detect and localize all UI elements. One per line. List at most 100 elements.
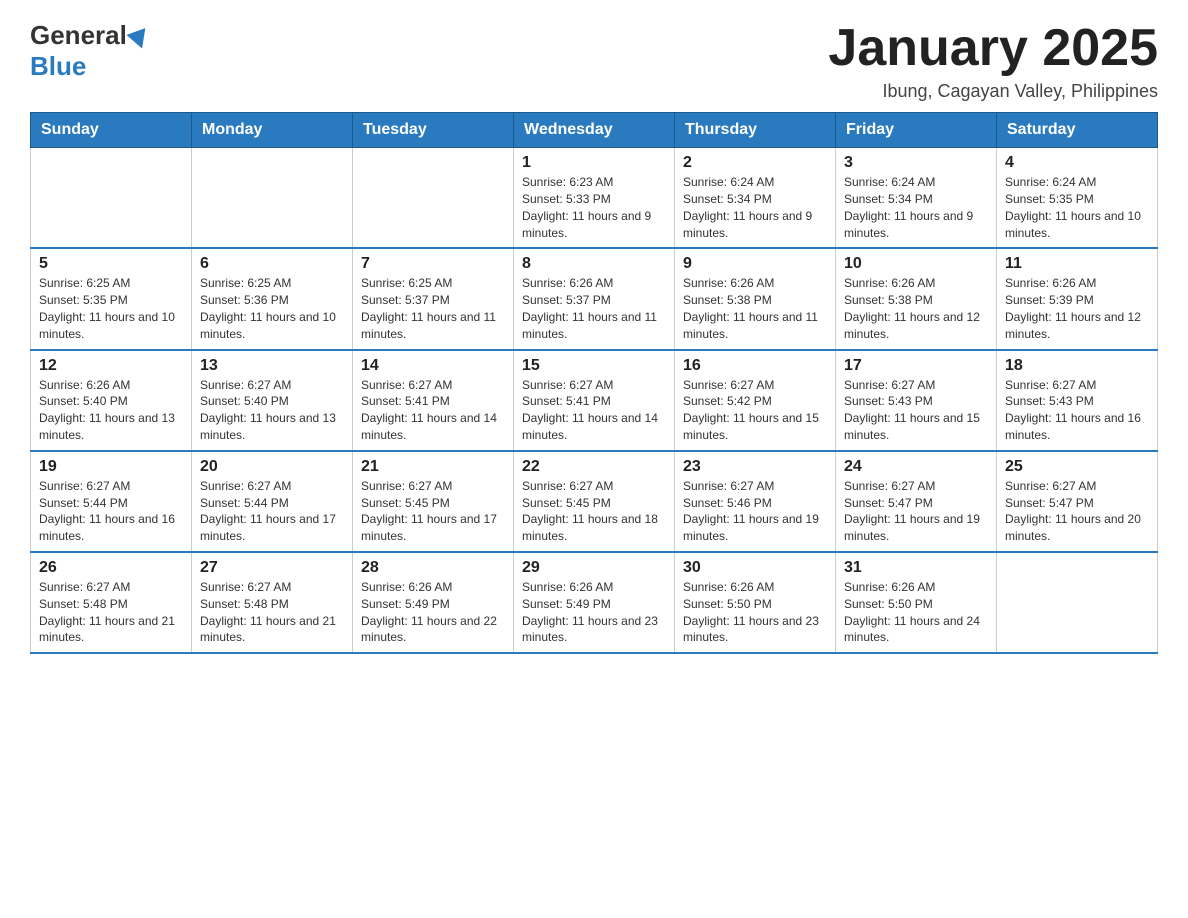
day-number: 31: [844, 559, 988, 577]
day-number: 19: [39, 458, 183, 476]
calendar-cell: [192, 148, 353, 249]
day-info: Sunrise: 6:27 AM Sunset: 5:48 PM Dayligh…: [200, 579, 344, 646]
day-number: 23: [683, 458, 827, 476]
day-info: Sunrise: 6:27 AM Sunset: 5:43 PM Dayligh…: [844, 377, 988, 444]
calendar-cell: [31, 148, 192, 249]
calendar-cell: 31 Sunrise: 6:26 AM Sunset: 5:50 PM Dayli…: [836, 552, 997, 653]
day-number: 18: [1005, 357, 1149, 375]
day-number: 2: [683, 154, 827, 172]
calendar-cell: 8 Sunrise: 6:26 AM Sunset: 5:37 PM Daylig…: [514, 248, 675, 349]
day-info: Sunrise: 6:26 AM Sunset: 5:50 PM Dayligh…: [683, 579, 827, 646]
day-info: Sunrise: 6:26 AM Sunset: 5:50 PM Dayligh…: [844, 579, 988, 646]
day-number: 14: [361, 357, 505, 375]
day-info: Sunrise: 6:27 AM Sunset: 5:42 PM Dayligh…: [683, 377, 827, 444]
day-info: Sunrise: 6:24 AM Sunset: 5:35 PM Dayligh…: [1005, 174, 1149, 241]
calendar-cell: 9Sunrise: 6:26 AM Sunset: 5:38 PM Daylig…: [675, 248, 836, 349]
day-header-saturday: Saturday: [997, 113, 1158, 148]
day-number: 27: [200, 559, 344, 577]
day-number: 28: [361, 559, 505, 577]
calendar-cell: 12Sunrise: 6:26 AM Sunset: 5:40 PM Dayli…: [31, 350, 192, 451]
day-number: 24: [844, 458, 988, 476]
calendar-table: SundayMondayTuesdayWednesdayThursdayFrid…: [30, 112, 1158, 654]
calendar-cell: 10 Sunrise: 6:26 AM Sunset: 5:38 PM Dayli…: [836, 248, 997, 349]
month-title: January 2025: [828, 20, 1158, 77]
day-number: 29: [522, 559, 666, 577]
calendar-cell: 16 Sunrise: 6:27 AM Sunset: 5:42 PM Dayli…: [675, 350, 836, 451]
day-info: Sunrise: 6:26 AM Sunset: 5:39 PM Dayligh…: [1005, 275, 1149, 342]
day-header-thursday: Thursday: [675, 113, 836, 148]
calendar-cell: [353, 148, 514, 249]
day-info: Sunrise: 6:26 AM Sunset: 5:37 PM Dayligh…: [522, 275, 666, 342]
day-info: Sunrise: 6:26 AM Sunset: 5:49 PM Dayligh…: [361, 579, 505, 646]
logo: General Blue: [30, 20, 149, 82]
calendar-cell: 23 Sunrise: 6:27 AM Sunset: 5:46 PM Dayli…: [675, 451, 836, 552]
day-info: Sunrise: 6:27 AM Sunset: 5:45 PM Dayligh…: [522, 478, 666, 545]
day-info: Sunrise: 6:25 AM Sunset: 5:35 PM Dayligh…: [39, 275, 183, 342]
day-number: 21: [361, 458, 505, 476]
day-number: 26: [39, 559, 183, 577]
day-number: 16: [683, 357, 827, 375]
calendar-cell: 1Sunrise: 6:23 AM Sunset: 5:33 PM Daylig…: [514, 148, 675, 249]
day-number: 15: [522, 357, 666, 375]
calendar-week-row: 26 Sunrise: 6:27 AM Sunset: 5:48 PM Dayli…: [31, 552, 1158, 653]
day-info: Sunrise: 6:24 AM Sunset: 5:34 PM Dayligh…: [683, 174, 827, 241]
calendar-cell: 22 Sunrise: 6:27 AM Sunset: 5:45 PM Dayli…: [514, 451, 675, 552]
day-number: 5: [39, 255, 183, 273]
day-info: Sunrise: 6:27 AM Sunset: 5:44 PM Dayligh…: [39, 478, 183, 545]
day-header-monday: Monday: [192, 113, 353, 148]
day-header-sunday: Sunday: [31, 113, 192, 148]
day-info: Sunrise: 6:27 AM Sunset: 5:46 PM Dayligh…: [683, 478, 827, 545]
calendar-cell: 30 Sunrise: 6:26 AM Sunset: 5:50 PM Dayli…: [675, 552, 836, 653]
day-info: Sunrise: 6:27 AM Sunset: 5:44 PM Dayligh…: [200, 478, 344, 545]
title-block: January 2025 Ibung, Cagayan Valley, Phil…: [828, 20, 1158, 102]
calendar-cell: 28 Sunrise: 6:26 AM Sunset: 5:49 PM Dayli…: [353, 552, 514, 653]
calendar-cell: 21 Sunrise: 6:27 AM Sunset: 5:45 PM Dayli…: [353, 451, 514, 552]
day-info: Sunrise: 6:27 AM Sunset: 5:47 PM Dayligh…: [1005, 478, 1149, 545]
calendar-week-row: 12Sunrise: 6:26 AM Sunset: 5:40 PM Dayli…: [31, 350, 1158, 451]
calendar-cell: 20 Sunrise: 6:27 AM Sunset: 5:44 PM Dayli…: [192, 451, 353, 552]
day-info: Sunrise: 6:25 AM Sunset: 5:37 PM Dayligh…: [361, 275, 505, 342]
day-number: 4: [1005, 154, 1149, 172]
calendar-cell: 2 Sunrise: 6:24 AM Sunset: 5:34 PM Daylig…: [675, 148, 836, 249]
day-header-friday: Friday: [836, 113, 997, 148]
day-number: 6: [200, 255, 344, 273]
day-info: Sunrise: 6:26 AM Sunset: 5:38 PM Dayligh…: [683, 275, 827, 342]
calendar-cell: 4 Sunrise: 6:24 AM Sunset: 5:35 PM Daylig…: [997, 148, 1158, 249]
calendar-header-row: SundayMondayTuesdayWednesdayThursdayFrid…: [31, 113, 1158, 148]
day-number: 3: [844, 154, 988, 172]
day-info: Sunrise: 6:26 AM Sunset: 5:38 PM Dayligh…: [844, 275, 988, 342]
logo-general: General: [30, 20, 127, 51]
day-number: 13: [200, 357, 344, 375]
calendar-cell: 3 Sunrise: 6:24 AM Sunset: 5:34 PM Daylig…: [836, 148, 997, 249]
day-number: 8: [522, 255, 666, 273]
day-header-wednesday: Wednesday: [514, 113, 675, 148]
day-info: Sunrise: 6:25 AM Sunset: 5:36 PM Dayligh…: [200, 275, 344, 342]
calendar-cell: 14Sunrise: 6:27 AM Sunset: 5:41 PM Dayli…: [353, 350, 514, 451]
calendar-cell: [997, 552, 1158, 653]
calendar-cell: 5 Sunrise: 6:25 AM Sunset: 5:35 PM Daylig…: [31, 248, 192, 349]
calendar-cell: 7 Sunrise: 6:25 AM Sunset: 5:37 PM Daylig…: [353, 248, 514, 349]
calendar-cell: 17 Sunrise: 6:27 AM Sunset: 5:43 PM Dayli…: [836, 350, 997, 451]
day-number: 22: [522, 458, 666, 476]
day-number: 30: [683, 559, 827, 577]
calendar-cell: 18Sunrise: 6:27 AM Sunset: 5:43 PM Dayli…: [997, 350, 1158, 451]
day-number: 20: [200, 458, 344, 476]
day-info: Sunrise: 6:27 AM Sunset: 5:45 PM Dayligh…: [361, 478, 505, 545]
day-number: 11: [1005, 255, 1149, 273]
calendar-week-row: 19 Sunrise: 6:27 AM Sunset: 5:44 PM Dayli…: [31, 451, 1158, 552]
calendar-cell: 6 Sunrise: 6:25 AM Sunset: 5:36 PM Daylig…: [192, 248, 353, 349]
day-header-tuesday: Tuesday: [353, 113, 514, 148]
page-header: General Blue January 2025 Ibung, Cagayan…: [30, 20, 1158, 102]
calendar-cell: 13Sunrise: 6:27 AM Sunset: 5:40 PM Dayli…: [192, 350, 353, 451]
day-info: Sunrise: 6:27 AM Sunset: 5:48 PM Dayligh…: [39, 579, 183, 646]
day-number: 17: [844, 357, 988, 375]
calendar-cell: 19 Sunrise: 6:27 AM Sunset: 5:44 PM Dayli…: [31, 451, 192, 552]
calendar-cell: 29Sunrise: 6:26 AM Sunset: 5:49 PM Dayli…: [514, 552, 675, 653]
day-number: 10: [844, 255, 988, 273]
calendar-cell: 11 Sunrise: 6:26 AM Sunset: 5:39 PM Dayli…: [997, 248, 1158, 349]
day-info: Sunrise: 6:26 AM Sunset: 5:40 PM Dayligh…: [39, 377, 183, 444]
day-info: Sunrise: 6:24 AM Sunset: 5:34 PM Dayligh…: [844, 174, 988, 241]
calendar-cell: 26 Sunrise: 6:27 AM Sunset: 5:48 PM Dayli…: [31, 552, 192, 653]
day-number: 7: [361, 255, 505, 273]
day-number: 1: [522, 154, 666, 172]
